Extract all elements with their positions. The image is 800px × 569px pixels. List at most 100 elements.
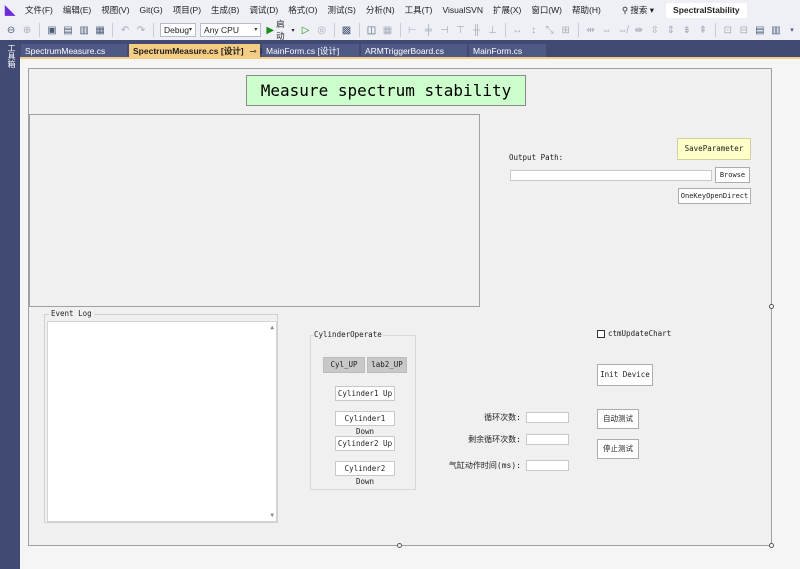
- save-icon[interactable]: ▥: [78, 23, 90, 37]
- menu-bar: ◣ 文件(F) 编辑(E) 视图(V) Git(G) 项目(P) 生成(B) 调…: [0, 0, 800, 20]
- loop-count-input[interactable]: [526, 412, 569, 423]
- toolbar-separator: [504, 23, 506, 37]
- increase-vertical-spacing-icon[interactable]: ⇕: [665, 23, 677, 37]
- make-same-size-icon[interactable]: ⤡: [544, 23, 556, 37]
- event-log-legend: Event Log: [49, 309, 94, 318]
- menu-build[interactable]: 生成(B): [206, 0, 244, 20]
- resize-handle-bottom[interactable]: [397, 543, 402, 548]
- align-right-icon[interactable]: ⊣: [438, 23, 450, 37]
- open-file-icon[interactable]: ▤: [62, 23, 74, 37]
- menu-help[interactable]: 帮助(H): [567, 0, 606, 20]
- ctm-update-chart-checkbox[interactable]: [597, 330, 605, 338]
- remove-vertical-spacing-icon[interactable]: ⇞: [697, 23, 709, 37]
- start-without-debugging-icon[interactable]: ▷: [300, 23, 312, 37]
- cylinder2-up-button[interactable]: Cylinder2 Up: [335, 436, 395, 451]
- menu-tools[interactable]: 工具(T): [400, 0, 438, 20]
- menu-format[interactable]: 格式(O): [283, 0, 322, 20]
- decrease-vertical-spacing-icon[interactable]: ⇟: [681, 23, 693, 37]
- menu-visualsvn[interactable]: VisualSVN: [437, 0, 487, 20]
- toolbar-separator: [153, 23, 154, 37]
- save-parameter-button[interactable]: SaveParameter: [677, 138, 751, 160]
- bring-to-front-icon[interactable]: ▤: [754, 23, 766, 37]
- menu-analyze[interactable]: 分析(N): [361, 0, 400, 20]
- center-horizontally-icon[interactable]: ⊡: [722, 23, 734, 37]
- cyl-up-button[interactable]: Cyl_UP: [323, 357, 365, 373]
- save-all-icon[interactable]: ▦: [94, 23, 106, 37]
- center-vertically-icon[interactable]: ⊟: [738, 23, 750, 37]
- start-debug-button[interactable]: ▶ 启动 ▾: [266, 18, 294, 42]
- search-button[interactable]: ⚲ 搜索 ▾: [616, 0, 660, 20]
- solution-name-badge[interactable]: SpectralStability: [666, 2, 747, 18]
- configuration-value: Debug: [163, 25, 190, 35]
- menu-project[interactable]: 项目(P): [168, 0, 206, 20]
- start-label: 启动: [276, 19, 285, 41]
- navigate-back-icon[interactable]: ⊖: [5, 23, 17, 37]
- toolbox-panel-strip: [0, 40, 20, 569]
- align-center-icon[interactable]: ╪: [422, 23, 434, 37]
- stop-test-button[interactable]: 停止测试: [597, 439, 639, 459]
- menu-window[interactable]: 窗口(W): [526, 0, 567, 20]
- navigate-forward-icon[interactable]: ⊕: [21, 23, 33, 37]
- tab-order-icon[interactable]: ◫: [365, 23, 377, 37]
- auto-test-button[interactable]: 自动测试: [597, 409, 639, 429]
- align-grid-icon[interactable]: ▦: [381, 23, 393, 37]
- remaining-loop-count-input[interactable]: [526, 434, 569, 445]
- decrease-spacing-icon[interactable]: ⇎: [617, 23, 629, 37]
- ctm-update-chart-label: ctmUpdateChart: [608, 329, 672, 338]
- cylinder-operate-group: CylinderOperate Cyl_UP lab2_UP Cylinder1…: [310, 330, 416, 490]
- browser-link-icon[interactable]: ▩: [341, 23, 353, 37]
- send-to-back-icon[interactable]: ▥: [770, 23, 782, 37]
- redo-icon[interactable]: ↷: [135, 23, 147, 37]
- form-canvas[interactable]: Measure spectrum stability Output Path: …: [28, 68, 772, 546]
- one-key-open-direct-button[interactable]: OneKeyOpenDirect: [678, 188, 751, 204]
- align-bottom-icon[interactable]: ⊥: [487, 23, 499, 37]
- platform-value: Any CPU: [204, 25, 239, 35]
- platform-select[interactable]: Any CPU ▾: [200, 23, 262, 37]
- make-same-height-icon[interactable]: ↕: [528, 23, 540, 37]
- configuration-select[interactable]: Debug ▾: [159, 23, 197, 37]
- init-device-button[interactable]: Init Device: [597, 364, 653, 386]
- cylinder1-down-button[interactable]: Cylinder1 Down: [335, 411, 395, 436]
- toolbox-tab[interactable]: 工具箱: [3, 44, 17, 68]
- new-project-icon[interactable]: ▣: [46, 23, 58, 37]
- vertical-spacing-icon[interactable]: ⇳: [649, 23, 661, 37]
- resize-handle-corner[interactable]: [769, 543, 774, 548]
- form-title-label[interactable]: Measure spectrum stability: [246, 75, 526, 106]
- horizontal-spacing-icon[interactable]: ⇹: [585, 23, 597, 37]
- align-top-icon[interactable]: ⊤: [455, 23, 467, 37]
- menu-debug[interactable]: 调试(D): [244, 0, 283, 20]
- menu-git[interactable]: Git(G): [135, 0, 168, 20]
- toolbar-separator: [39, 23, 40, 37]
- align-middle-icon[interactable]: ╫: [471, 23, 483, 37]
- output-path-input[interactable]: [510, 170, 712, 181]
- scroll-down-arrow-icon[interactable]: ▼: [270, 512, 274, 519]
- menu-view[interactable]: 视图(V): [96, 0, 134, 20]
- align-left-icon[interactable]: ⊢: [406, 23, 418, 37]
- chevron-down-icon: ▾: [291, 27, 295, 34]
- cylinder-action-time-input[interactable]: [526, 460, 569, 471]
- menu-extensions[interactable]: 扩展(X): [488, 0, 526, 20]
- event-log-textbox[interactable]: ▲ ▼: [47, 321, 277, 522]
- browse-button[interactable]: Browse: [715, 167, 750, 183]
- lab2-up-button[interactable]: lab2_UP: [367, 357, 407, 373]
- menu-file[interactable]: 文件(F): [20, 0, 58, 20]
- resize-handle-right[interactable]: [769, 304, 774, 309]
- menu-test[interactable]: 测试(S): [322, 0, 360, 20]
- cylinder1-up-button[interactable]: Cylinder1 Up: [335, 386, 395, 401]
- undo-icon[interactable]: ↶: [119, 23, 131, 37]
- spectrum-chart-area[interactable]: [29, 114, 480, 307]
- menu-edit[interactable]: 编辑(E): [58, 0, 96, 20]
- toolbar-separator: [399, 23, 401, 37]
- increase-spacing-icon[interactable]: ⇔: [601, 23, 613, 37]
- hot-reload-icon[interactable]: ◎: [316, 23, 328, 37]
- cylinder-action-time-label: 气缸动作时间(ms):: [448, 461, 521, 470]
- toolbar-separator: [333, 23, 335, 37]
- toolbar-overflow-icon[interactable]: ▾: [786, 23, 798, 37]
- make-same-width-icon[interactable]: ↔: [512, 23, 524, 37]
- scroll-up-arrow-icon[interactable]: ▲: [270, 324, 274, 331]
- remove-spacing-icon[interactable]: ⇼: [633, 23, 645, 37]
- chevron-down-icon: ▾: [189, 27, 193, 33]
- visual-studio-logo-icon[interactable]: ◣: [0, 0, 20, 20]
- size-to-grid-icon[interactable]: ⊞: [560, 23, 572, 37]
- cylinder2-down-button[interactable]: Cylinder2 Down: [335, 461, 395, 486]
